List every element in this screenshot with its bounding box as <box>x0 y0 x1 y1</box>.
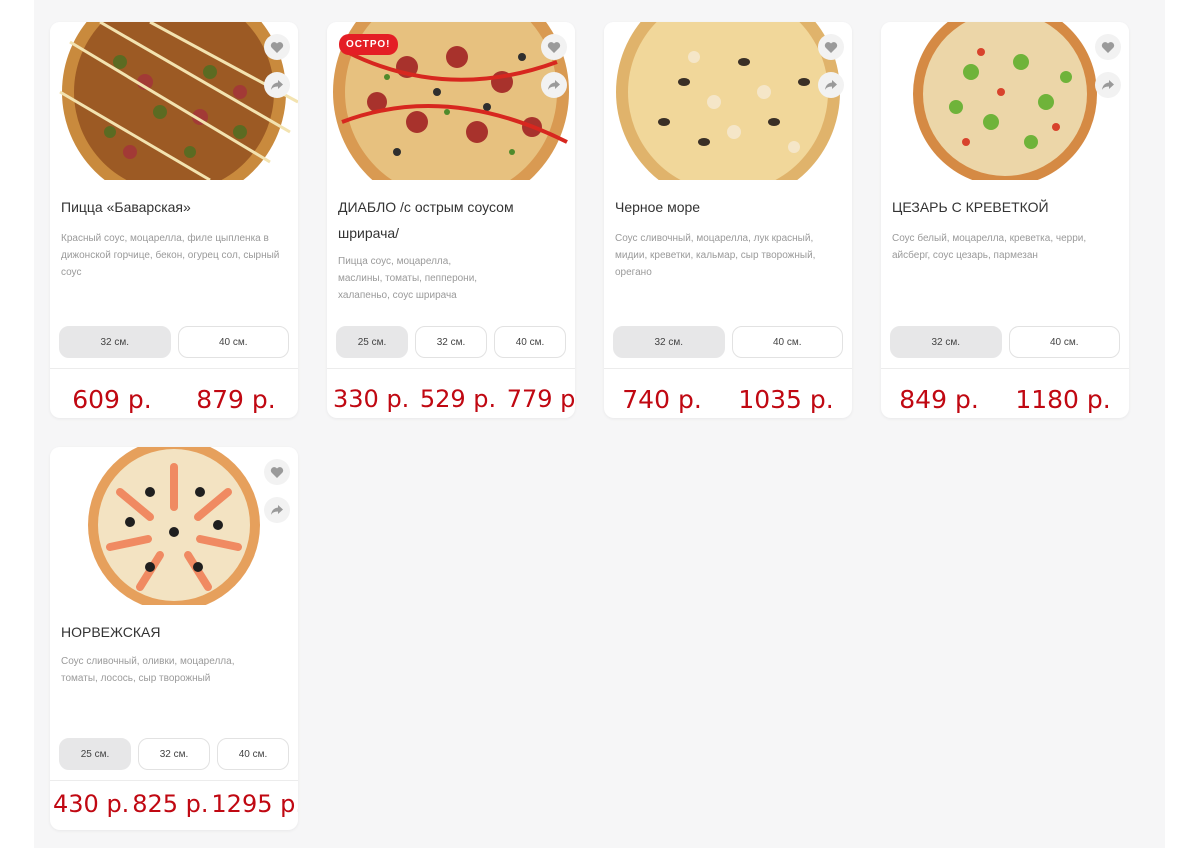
size-option-25[interactable]: 25 см. <box>336 326 408 358</box>
size-selector[interactable]: 32 см. 40 см. <box>59 326 289 358</box>
product-description: Соус сливочный, моцарелла, лук красный, … <box>615 233 816 278</box>
heart-icon <box>270 466 284 478</box>
price: 740 р. <box>622 384 702 414</box>
favorite-button[interactable] <box>264 459 290 485</box>
divider <box>881 368 1129 369</box>
price: 825 р. <box>132 790 209 818</box>
size-selector[interactable]: 25 см. 32 см. 40 см. <box>336 326 566 358</box>
pizza-image[interactable] <box>50 22 298 180</box>
product-card-black-sea[interactable]: Черное море Соус сливочный, моцарелла, л… <box>604 22 852 418</box>
favorite-button[interactable] <box>264 34 290 60</box>
size-option-25[interactable]: 25 см. <box>59 738 131 770</box>
share-arrow-icon <box>548 80 560 90</box>
size-option-40[interactable]: 40 см. <box>1008 326 1120 358</box>
pizza-image[interactable] <box>50 447 298 605</box>
heart-icon <box>824 41 838 53</box>
product-title[interactable]: НОРВЕЖСКАЯ <box>61 619 285 645</box>
price: 529 р. <box>419 385 497 413</box>
product-card-norwegian[interactable]: НОРВЕЖСКАЯ Соус сливочный, оливки, моцар… <box>50 447 298 830</box>
size-option-40[interactable]: 40 см. <box>731 326 843 358</box>
share-arrow-icon <box>271 80 283 90</box>
divider <box>50 780 298 781</box>
product-title[interactable]: ДИАБЛО /с острым соусом шрирача/ <box>338 194 562 246</box>
size-option-32[interactable]: 32 см. <box>138 738 210 770</box>
price-row: 849 р. 1180 р. <box>881 382 1129 416</box>
favorite-button[interactable] <box>818 34 844 60</box>
spicy-badge: ОСТРО! <box>339 34 398 55</box>
heart-icon <box>1101 41 1115 53</box>
price: 1035 р. <box>738 384 834 414</box>
price: 1180 р. <box>1015 384 1111 414</box>
divider <box>50 368 298 369</box>
size-option-40[interactable]: 40 см. <box>217 738 289 770</box>
product-card-bavarian[interactable]: Пицца «Баварская» Красный соус, моцарелл… <box>50 22 298 418</box>
share-button[interactable] <box>1095 72 1121 98</box>
price: 849 р. <box>899 384 979 414</box>
price: 779 р. <box>506 385 575 413</box>
price-row: 609 р. 879 р. <box>50 382 298 416</box>
price: 330 р. <box>333 385 410 413</box>
price: 879 р. <box>196 384 276 414</box>
share-button[interactable] <box>818 72 844 98</box>
size-option-40[interactable]: 40 см. <box>177 326 289 358</box>
product-description: Соус сливочный, оливки, моцарелла, томат… <box>61 656 235 684</box>
product-card-caesar-shrimp[interactable]: ЦЕЗАРЬ С КРЕВЕТКОЙ Соус белый, моцарелла… <box>881 22 1129 418</box>
price-row: 740 р. 1035 р. <box>604 382 852 416</box>
size-option-32[interactable]: 32 см. <box>613 326 725 358</box>
heart-icon <box>270 41 284 53</box>
product-title[interactable]: Черное море <box>615 194 839 220</box>
size-option-40[interactable]: 40 см. <box>494 326 566 358</box>
size-selector[interactable]: 32 см. 40 см. <box>890 326 1120 358</box>
price-row: 430 р. 825 р. 1295 р. <box>53 787 298 821</box>
size-option-32[interactable]: 32 см. <box>59 326 171 358</box>
price: 1295 р. <box>211 790 298 818</box>
product-title[interactable]: Пицца «Баварская» <box>61 194 285 220</box>
divider <box>604 368 852 369</box>
size-option-32[interactable]: 32 см. <box>890 326 1002 358</box>
share-button[interactable] <box>541 72 567 98</box>
divider <box>327 368 575 369</box>
share-button[interactable] <box>264 72 290 98</box>
product-description: Пицца соус, моцарелла, маслины, томаты, … <box>338 256 478 301</box>
price-row: 330 р. 529 р. 779 р. <box>333 382 575 416</box>
size-selector[interactable]: 25 см. 32 см. 40 см. <box>59 738 289 770</box>
share-arrow-icon <box>825 80 837 90</box>
product-title[interactable]: ЦЕЗАРЬ С КРЕВЕТКОЙ <box>892 194 1116 220</box>
pizza-image[interactable] <box>881 22 1129 180</box>
size-option-32[interactable]: 32 см. <box>415 326 487 358</box>
product-description: Красный соус, моцарелла, филе цыпленка в… <box>61 233 280 278</box>
product-description: Соус белый, моцарелла, креветка, черри, … <box>892 233 1087 261</box>
share-arrow-icon <box>1102 80 1114 90</box>
favorite-button[interactable] <box>1095 34 1121 60</box>
size-selector[interactable]: 32 см. 40 см. <box>613 326 843 358</box>
favorite-button[interactable] <box>541 34 567 60</box>
heart-icon <box>547 41 561 53</box>
product-card-diablo[interactable]: ОСТРО! ДИАБЛО /с острым соусом шрирача/ … <box>327 22 575 418</box>
pizza-image[interactable] <box>604 22 852 180</box>
share-button[interactable] <box>264 497 290 523</box>
price: 609 р. <box>72 384 152 414</box>
share-arrow-icon <box>271 505 283 515</box>
price: 430 р. <box>53 790 130 818</box>
